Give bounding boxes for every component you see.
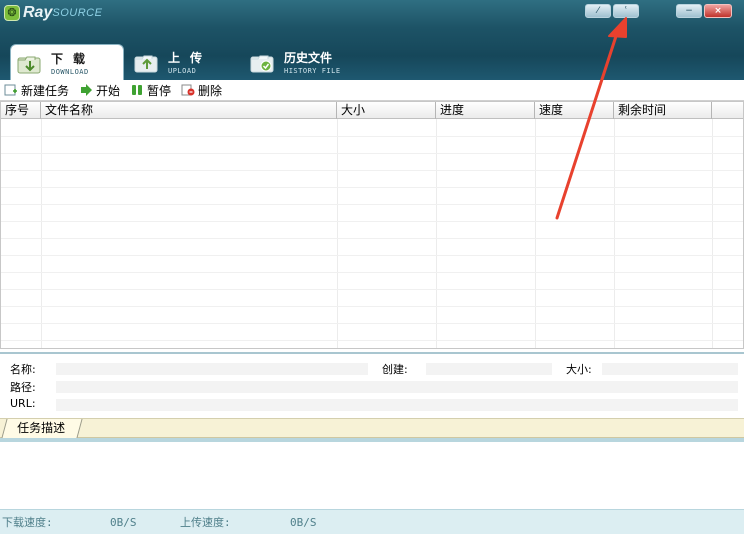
search-settings-button[interactable]: ʿ (613, 4, 639, 18)
table-header: 序号 文件名称 大小 进度 速度 剩余时间 (1, 102, 743, 119)
row-gridline (1, 323, 743, 324)
description-tab-strip: 任务描述 (0, 418, 744, 438)
size-label: 大小: (566, 363, 592, 376)
delete-icon (181, 84, 195, 96)
tab-upload-sublabel: UPLOAD (168, 67, 197, 75)
url-value-field (56, 399, 738, 411)
row-gridline (1, 238, 743, 239)
new-task-label: 新建任务 (21, 83, 70, 98)
col-header-size[interactable]: 大小 (337, 102, 436, 119)
row-gridline (1, 204, 743, 205)
window-controls: − × (676, 4, 732, 18)
row-gridline (1, 255, 743, 256)
col-header-remaining[interactable]: 剩余时间 (614, 102, 712, 119)
col-header-filename[interactable]: 文件名称 (41, 102, 337, 119)
upload-speed-value: 0B/S (290, 515, 317, 529)
app-logo: ❂ Ray SOURCE (4, 4, 102, 22)
history-folder-icon (250, 55, 274, 73)
task-description-area[interactable] (0, 438, 744, 510)
title-bar: ❂ Ray SOURCE ⁄ ʿ − × 下载 DOWNLOAD 上传 UPLO… (0, 0, 744, 80)
name-value-field (56, 363, 368, 375)
logo-text-source: SOURCE (52, 7, 103, 19)
row-gridline (1, 153, 743, 154)
tab-history[interactable]: 历史文件 HISTORY FILE (244, 44, 341, 80)
pause-icon (132, 85, 143, 95)
row-gridline (1, 306, 743, 307)
path-value-field (56, 381, 738, 393)
size-value-field (602, 363, 738, 375)
created-label: 创建: (382, 363, 408, 376)
start-button[interactable]: 开始 (79, 82, 120, 99)
window-extra-buttons: ⁄ ʿ (585, 4, 639, 18)
col-header-speed[interactable]: 速度 (535, 102, 614, 119)
row-gridline (1, 340, 743, 341)
task-description-label: 任务描述 (17, 421, 66, 435)
task-table: 序号 文件名称 大小 进度 速度 剩余时间 (0, 101, 744, 349)
col-header-progress[interactable]: 进度 (436, 102, 535, 119)
logo-text-ray: Ray (23, 4, 53, 21)
start-label: 开始 (96, 83, 121, 98)
new-task-icon (4, 84, 17, 96)
created-value-field (426, 363, 552, 375)
new-task-button[interactable]: 新建任务 (4, 82, 69, 99)
tab-download-label: 下载 (51, 51, 96, 66)
download-speed-value: 0B/S (110, 515, 137, 529)
task-detail-panel: 名称: 创建: 大小: 路径: URL: (0, 352, 744, 419)
tab-history-label: 历史文件 (284, 51, 333, 65)
col-header-filler (712, 102, 743, 119)
row-gridline (1, 289, 743, 290)
download-folder-icon (17, 56, 41, 73)
delete-button[interactable]: 删除 (181, 82, 222, 99)
tab-upload[interactable]: 上传 UPLOAD (128, 44, 212, 80)
row-gridline (1, 187, 743, 188)
row-gridline (1, 136, 743, 137)
minimize-button[interactable]: − (676, 4, 702, 18)
close-button[interactable]: × (704, 4, 732, 18)
tab-download[interactable]: 下载 DOWNLOAD (10, 44, 124, 80)
skin-button[interactable]: ⁄ (585, 4, 611, 18)
raysource-logo-icon: ❂ (4, 5, 20, 21)
upload-folder-icon (134, 55, 158, 73)
pause-button[interactable]: 暂停 (130, 82, 171, 99)
row-gridline (1, 272, 743, 273)
status-bar: 下载速度: 0B/S 上传速度: 0B/S (0, 510, 744, 534)
path-label: 路径: (10, 381, 36, 394)
name-label: 名称: (10, 363, 36, 376)
row-gridline (1, 170, 743, 171)
url-label: URL: (10, 397, 36, 410)
delete-label: 删除 (198, 83, 223, 98)
tab-history-sublabel: HISTORY FILE (284, 67, 341, 75)
upload-speed-label: 上传速度: (180, 516, 231, 529)
tab-download-sublabel: DOWNLOAD (51, 67, 89, 76)
tab-task-description[interactable]: 任务描述 (1, 419, 83, 438)
toolbar: 新建任务 开始 暂停 删除 (0, 80, 744, 101)
play-arrow-icon (81, 84, 93, 96)
col-header-index[interactable]: 序号 (1, 102, 41, 119)
download-speed-label: 下载速度: (2, 516, 53, 529)
row-gridline (1, 221, 743, 222)
pause-label: 暂停 (147, 83, 172, 98)
table-body[interactable] (1, 119, 743, 348)
tab-upload-label: 上传 (168, 51, 213, 65)
